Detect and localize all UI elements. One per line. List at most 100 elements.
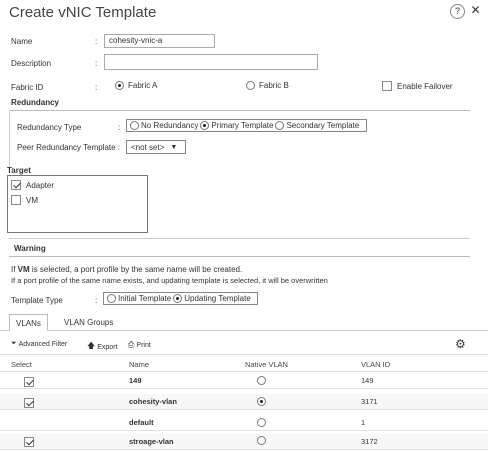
initial-template-radio[interactable] (107, 294, 116, 303)
peer-redundancy-label: Peer Redundancy Template : (17, 143, 121, 152)
column-header-select: Select (11, 360, 32, 369)
fabric-id-colon: : (95, 83, 98, 92)
enable-failover-label: Enable Failover (397, 81, 453, 91)
fabric-a-option[interactable]: Fabric A (115, 81, 157, 90)
warning-line-1-prefix: If (11, 265, 18, 274)
native-vlan-radio[interactable] (257, 435, 267, 445)
row-select-checkbox[interactable] (24, 398, 34, 408)
initial-template-option[interactable]: Initial Template (107, 294, 171, 303)
row-select-checkbox[interactable] (24, 437, 34, 447)
description-colon: : (95, 59, 98, 68)
primary-template-option[interactable]: Primary Template (200, 121, 273, 130)
vlan-name: default (129, 418, 154, 427)
fabric-b-option[interactable]: Fabric B (246, 81, 289, 90)
updating-template-option[interactable]: Updating Template (173, 294, 251, 303)
warning-line-1-bold: VM (17, 265, 30, 274)
vlan-name: cohesity-vlan (129, 397, 177, 406)
vlan-name: 149 (129, 376, 142, 385)
fabric-id-label: Fabric ID (11, 83, 44, 92)
warning-header: Warning (14, 244, 46, 253)
vlan-id: 149 (361, 376, 374, 385)
redundancy-left-border (9, 110, 10, 170)
template-type-label: Template Type (11, 296, 63, 305)
vlan-id: 1 (361, 418, 366, 427)
gear-icon[interactable]: ⚙ (455, 337, 466, 351)
enable-failover-option[interactable]: Enable Failover (382, 81, 453, 91)
name-input[interactable]: cohesity-vnic-a (104, 34, 215, 48)
target-item-vm[interactable]: VM (11, 194, 147, 206)
export-icon: 🡅 (87, 341, 96, 350)
adapter-checkbox[interactable] (11, 180, 21, 190)
warning-line-1: If VM is selected, a port profile by the… (11, 265, 242, 274)
redundancy-type-colon: : (118, 123, 121, 132)
dialog-title: Create vNIC Template (9, 4, 157, 21)
column-header-vlan-id[interactable]: VLAN ID (361, 360, 390, 369)
tab-vlan-groups[interactable]: VLAN Groups (58, 314, 119, 331)
name-label: Name (11, 37, 33, 46)
vm-label: VM (26, 195, 38, 205)
description-label: Description (11, 59, 52, 68)
advanced-filter-label: Advanced Filter (18, 340, 68, 348)
updating-template-label: Updating Template (184, 294, 251, 303)
advanced-filter-button[interactable]: ⏷ Advanced Filter (11, 340, 67, 348)
target-list: Adapter VM (7, 175, 148, 233)
column-header-native-vlan[interactable]: Native VLAN (245, 360, 288, 369)
no-redundancy-label: No Redundancy (141, 121, 199, 130)
table-row[interactable]: 149 149 (0, 373, 488, 389)
filter-icon: ⏷ (11, 340, 17, 347)
print-button[interactable]: ⎙ Print (128, 340, 151, 350)
no-redundancy-radio[interactable] (130, 121, 139, 130)
vm-checkbox[interactable] (11, 195, 21, 205)
print-label: Print (136, 341, 151, 349)
native-vlan-radio[interactable] (257, 396, 267, 406)
template-type-colon: : (95, 296, 98, 305)
updating-template-radio[interactable] (173, 294, 183, 303)
print-icon: ⎙ (128, 340, 135, 349)
target-header: Target (7, 166, 31, 175)
no-redundancy-option[interactable]: No Redundancy (130, 121, 198, 130)
native-vlan-radio[interactable] (257, 417, 267, 427)
close-icon[interactable]: ✕ (468, 4, 483, 19)
warning-divider (9, 256, 470, 257)
redundancy-type-selector: No Redundancy Primary Template Secondary… (126, 119, 367, 132)
fabric-a-label: Fabric A (128, 81, 158, 90)
vlan-id: 3171 (361, 397, 378, 406)
table-row[interactable]: cohesity-vlan 3171 (0, 394, 488, 410)
native-vlan-radio[interactable] (257, 375, 267, 385)
export-button[interactable]: 🡅 Export (87, 340, 117, 354)
warning-line-1-suffix: is selected, a port profile by the same … (29, 265, 243, 274)
fabric-b-radio[interactable] (246, 81, 255, 90)
secondary-template-option[interactable]: Secondary Template (275, 121, 359, 130)
adapter-label: Adapter (26, 180, 55, 190)
question-icon[interactable]: ? (450, 4, 465, 19)
warning-top-divider (9, 238, 470, 239)
redundancy-type-label: Redundancy Type (17, 123, 82, 132)
vlan-id: 3172 (361, 437, 378, 446)
primary-template-radio[interactable] (200, 121, 210, 130)
fabric-a-radio[interactable] (115, 81, 124, 90)
template-type-selector: Initial Template Updating Template (103, 292, 258, 305)
vlan-name: stroage-vlan (129, 437, 174, 446)
initial-template-label: Initial Template (118, 294, 172, 303)
redundancy-header: Redundancy (11, 98, 60, 107)
redundancy-divider (9, 110, 470, 111)
column-header-name[interactable]: Name (129, 360, 149, 369)
enable-failover-checkbox[interactable] (382, 81, 392, 91)
table-row[interactable]: stroage-vlan 3172 (0, 434, 488, 450)
secondary-template-label: Secondary Template (286, 121, 360, 130)
fabric-b-label: Fabric B (259, 81, 289, 90)
secondary-template-radio[interactable] (275, 121, 285, 130)
peer-redundancy-select[interactable]: <not set> ▼ (126, 140, 186, 154)
row-select-checkbox[interactable] (24, 377, 34, 387)
target-item-adapter[interactable]: Adapter (11, 179, 147, 191)
toolbar-divider (0, 354, 488, 355)
table-header-divider (0, 371, 488, 372)
warning-line-2: If a port profile of the same name exist… (11, 276, 328, 285)
row-select-checkbox[interactable] (24, 419, 34, 429)
description-input[interactable] (104, 54, 318, 70)
export-label: Export (97, 343, 118, 351)
peer-redundancy-value: <not set> (131, 142, 165, 152)
primary-template-label: Primary Template (211, 121, 274, 130)
tab-vlans[interactable]: VLANs (9, 314, 48, 331)
table-row[interactable]: default 1 (0, 415, 488, 431)
